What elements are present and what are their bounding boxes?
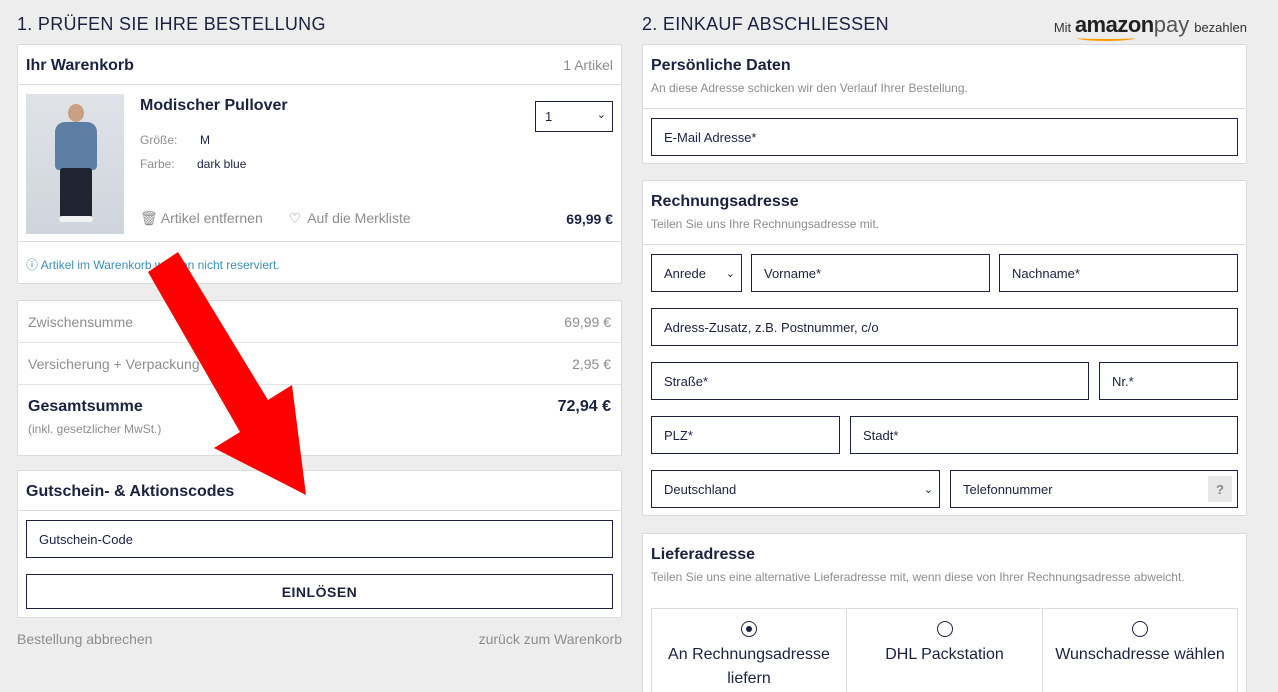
- shipping-row: Versicherung + Verpackung 2,95 €: [18, 343, 621, 385]
- lastname-field[interactable]: Nachname*: [999, 254, 1238, 292]
- delivery-desc: Teilen Sie uns eine alternative Lieferad…: [651, 570, 1185, 584]
- phone-placeholder: Telefonnummer: [963, 482, 1053, 497]
- house-number-placeholder: Nr.*: [1112, 374, 1134, 389]
- amazon-logo-text: amazon: [1074, 12, 1154, 37]
- heart-icon: ♡: [288, 210, 302, 226]
- total-label: Gesamtsumme: [28, 398, 143, 415]
- country-select[interactable]: Deutschland ⌄: [651, 470, 940, 508]
- product-name[interactable]: Modischer Pullover: [140, 97, 288, 115]
- billing-header: Rechnungsadresse Teilen Sie uns Ihre Rec…: [643, 181, 1246, 245]
- wishlist-button[interactable]: ♡ Auf die Merkliste: [289, 210, 411, 226]
- radio-icon: [936, 621, 953, 637]
- shipping-value: 2,95 €: [572, 356, 611, 372]
- info-icon: ⓘ: [26, 258, 39, 272]
- personal-data-panel: Persönliche Daten An diese Adresse schic…: [642, 44, 1247, 164]
- address-extra-field[interactable]: Adress-Zusatz, z.B. Postnummer, c/o: [651, 308, 1238, 346]
- chevron-down-icon: ⌄: [923, 484, 933, 496]
- reservation-notice: ⓘ Artikel im Warenkorb werden nicht rese…: [18, 242, 621, 282]
- size-label: Größe:: [140, 133, 178, 147]
- lastname-placeholder: Nachname*: [1012, 266, 1080, 281]
- subtotal-row: Zwischensumme 69,99 €: [18, 301, 621, 343]
- wishlist-label: Auf die Merkliste: [307, 210, 411, 226]
- address-extra-placeholder: Adress-Zusatz, z.B. Postnummer, c/o: [664, 320, 879, 335]
- voucher-input[interactable]: Gutschein-Code: [26, 520, 613, 558]
- city-placeholder: Stadt*: [863, 428, 899, 443]
- review-heading: 1. PRÜFEN SIE IHRE BESTELLUNG: [17, 14, 326, 34]
- delivery-header: Lieferadresse Teilen Sie uns eine altern…: [643, 534, 1246, 598]
- zip-field[interactable]: PLZ*: [651, 416, 840, 454]
- product-price: 69,99 €: [566, 211, 613, 227]
- zip-placeholder: PLZ*: [664, 428, 693, 443]
- quantity-value: 1: [545, 109, 553, 124]
- total-row: Gesamtsumme 72,94 € (inkl. gesetzlicher …: [18, 385, 621, 443]
- remove-item-label: Artikel entfernen: [160, 210, 263, 226]
- product-actions: 🗑 Artikel entfernen ♡ Auf die Merkliste: [140, 210, 433, 227]
- remove-item-button[interactable]: 🗑 Artikel entfernen: [140, 210, 263, 226]
- street-placeholder: Straße*: [664, 374, 709, 389]
- checkout-heading: 2. EINKAUF ABSCHLIESSEN: [642, 14, 889, 34]
- radio-selected-icon: [741, 621, 757, 637]
- amazon-logo: amazon: [1074, 12, 1154, 41]
- subtotal-label: Zwischensumme: [28, 314, 134, 330]
- chevron-down-icon: ⌄: [596, 109, 606, 121]
- country-value: Deutschland: [664, 482, 737, 497]
- city-field[interactable]: Stadt*: [850, 416, 1238, 454]
- billing-desc: Teilen Sie uns Ihre Rechnungsadresse mit…: [651, 217, 880, 231]
- delivery-option-billing[interactable]: An Rechnungsadresse liefern: [651, 608, 847, 692]
- trash-icon: 🗑: [140, 210, 158, 226]
- color-value: dark blue: [197, 157, 247, 171]
- salutation-select[interactable]: Anrede ⌄: [651, 254, 742, 292]
- firstname-placeholder: Vorname*: [764, 266, 822, 281]
- email-field[interactable]: E-Mail Adresse*: [651, 118, 1238, 156]
- size-value: M: [200, 133, 210, 147]
- amazon-pay-prefix: Mit: [1053, 20, 1072, 35]
- shipping-label: Versicherung + Verpackung: [28, 356, 200, 372]
- amazon-pay-button[interactable]: Mit amazon pay bezahlen: [1053, 12, 1247, 41]
- back-to-cart-link[interactable]: zurück zum Warenkorb: [479, 631, 622, 647]
- redeem-button[interactable]: EINLÖSEN: [26, 574, 613, 609]
- cart-header: Ihr Warenkorb 1 Artikel: [18, 45, 621, 85]
- salutation-value: Anrede: [664, 266, 706, 281]
- delivery-option-packstation[interactable]: DHL Packstation: [846, 608, 1043, 692]
- delivery-option-label: An Rechnungsadresse liefern: [668, 646, 830, 687]
- voucher-placeholder: Gutschein-Code: [39, 532, 133, 547]
- street-field[interactable]: Straße*: [651, 362, 1089, 400]
- product-size: Größe: M: [140, 133, 210, 147]
- personal-data-desc: An diese Adresse schicken wir den Verlau…: [651, 81, 968, 95]
- cart-panel: Ihr Warenkorb 1 Artikel Modischer Pullov…: [17, 44, 622, 284]
- delivery-option-label: DHL Packstation: [885, 646, 1004, 663]
- total-tax-note: (inkl. gesetzlicher MwSt.): [28, 422, 162, 436]
- firstname-field[interactable]: Vorname*: [751, 254, 990, 292]
- color-label: Farbe:: [140, 157, 175, 171]
- personal-data-header: Persönliche Daten An diese Adresse schic…: [643, 45, 1246, 109]
- totals-panel: Zwischensumme 69,99 € Versicherung + Ver…: [17, 300, 622, 456]
- phone-field[interactable]: Telefonnummer ?: [950, 470, 1238, 508]
- delivery-option-label: Wunschadresse wählen: [1055, 646, 1225, 663]
- quantity-select[interactable]: 1 ⌄: [535, 101, 613, 132]
- billing-address-panel: Rechnungsadresse Teilen Sie uns Ihre Rec…: [642, 180, 1247, 516]
- voucher-panel: Gutschein- & Aktionscodes Gutschein-Code…: [17, 470, 622, 618]
- reservation-notice-text: Artikel im Warenkorb werden nicht reserv…: [40, 258, 280, 272]
- radio-icon: [1132, 621, 1148, 637]
- chevron-down-icon: ⌄: [725, 268, 735, 280]
- cancel-order-link[interactable]: Bestellung abbrechen: [17, 631, 152, 647]
- product-image[interactable]: [26, 94, 124, 234]
- email-placeholder: E-Mail Adresse*: [664, 130, 757, 145]
- product-color: Farbe: dark blue: [140, 157, 246, 171]
- cart-product: Modischer Pullover Größe: M Farbe: dark …: [18, 85, 621, 242]
- amazon-smile-icon: [1076, 35, 1135, 41]
- cart-item-count: 1 Artikel: [563, 57, 613, 73]
- amazon-pay-logo: pay: [1153, 12, 1190, 37]
- help-icon[interactable]: ?: [1208, 476, 1232, 502]
- house-number-field[interactable]: Nr.*: [1099, 362, 1238, 400]
- total-value: 72,94 €: [557, 398, 611, 415]
- delivery-address-panel: Lieferadresse Teilen Sie uns eine altern…: [642, 533, 1247, 692]
- cart-title: Ihr Warenkorb: [26, 57, 134, 74]
- subtotal-value: 69,99 €: [564, 314, 611, 330]
- voucher-title: Gutschein- & Aktionscodes: [18, 471, 621, 511]
- delivery-option-custom[interactable]: Wunschadresse wählen: [1042, 608, 1238, 692]
- amazon-pay-suffix: bezahlen: [1194, 20, 1247, 35]
